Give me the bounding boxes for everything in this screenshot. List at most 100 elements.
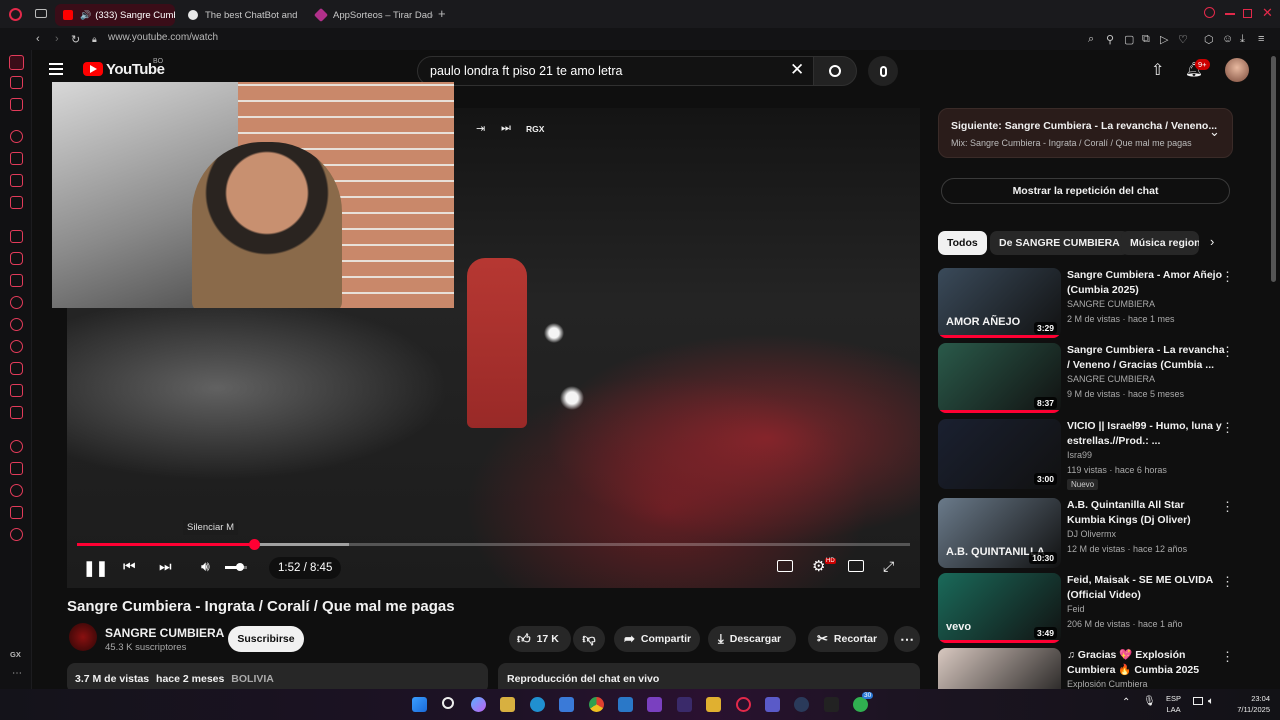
tray-microphone-icon[interactable]: 🎙︎ [1143, 696, 1156, 707]
tray-monitor-icon[interactable] [1193, 697, 1203, 705]
snapshot-icon[interactable]: ▢ [1124, 33, 1134, 46]
recommendation-card[interactable]: AMOR AÑEJO 3:29 Sangre Cumbiera - Amor Añe… [938, 268, 1238, 340]
settings-gear-icon[interactable]: ⚙︎ [812, 557, 825, 575]
twitch-chat-icon[interactable] [10, 274, 23, 287]
download-button[interactable]: ⤓ Descargar [708, 626, 796, 652]
profile-icon[interactable]: ☺ [1222, 33, 1233, 45]
video-thumbnail[interactable]: A.B. QUINTANILLA 10:30 [938, 498, 1061, 568]
store-icon[interactable] [559, 697, 574, 712]
subscribe-button[interactable]: Suscribirse [228, 626, 304, 652]
recommendation-channel[interactable]: SANGRE CUMBIERA [1067, 374, 1155, 384]
copilot-icon[interactable] [471, 697, 486, 712]
tab-sangre-cumbiera[interactable]: 🔊 (333) Sangre Cumbiera [55, 4, 175, 26]
zoom-icon[interactable]: ⌕ [1088, 33, 1094, 46]
heart-icon[interactable]: ♡ [1178, 33, 1188, 46]
video-thumbnail[interactable] [938, 648, 1061, 689]
recommendation-card[interactable]: vevo 3:49 Feid, Maisak - SE ME OLVIDA (Off… [938, 573, 1238, 645]
recommendation-card[interactable]: ♫ Gracias 💖 Explosión Cumbiera 🔥 Cumbia … [938, 648, 1238, 689]
recommendation-channel[interactable]: Explosión Cumbiera [1067, 679, 1148, 689]
rgx-button[interactable]: RGX [526, 124, 544, 134]
recommendation-title[interactable]: Sangre Cumbiera - Amor Añejo (Cumbia 202… [1067, 268, 1225, 298]
new-tab-button[interactable]: + [438, 6, 446, 21]
channel-name[interactable]: SANGRE CUMBIERA [105, 626, 224, 640]
downloads-icon[interactable]: ⤓ [1240, 33, 1245, 46]
telegram-icon[interactable] [10, 340, 23, 353]
back-icon[interactable]: ‹ [36, 33, 40, 45]
progress-bar[interactable] [77, 539, 910, 550]
video-thumbnail[interactable]: 8:37 [938, 343, 1061, 413]
recommendation-title[interactable]: ♫ Gracias 💖 Explosión Cumbiera 🔥 Cumbia … [1067, 648, 1225, 678]
video-popout-icon[interactable]: ⧉ [1142, 33, 1150, 46]
tiktok-icon[interactable] [10, 384, 23, 397]
show-chat-replay-button[interactable]: Mostrar la repetición del chat [941, 178, 1230, 204]
more-vertical-icon[interactable]: ⋮ [1221, 649, 1234, 665]
video-thumbnail[interactable]: 3:00 [938, 419, 1061, 489]
chip-all[interactable]: Todos [938, 231, 987, 255]
messenger-icon[interactable] [10, 296, 23, 309]
opera-logo-icon[interactable] [9, 8, 22, 21]
extensions-icon[interactable]: ⬡ [1204, 33, 1214, 46]
forward-icon[interactable]: › [55, 33, 59, 45]
chevron-down-icon[interactable]: ⌄ [1209, 124, 1220, 140]
recommendation-title[interactable]: VICIO || Israel99 - Humo, luna y estrell… [1067, 419, 1225, 449]
input-language[interactable]: ESP LAA [1166, 693, 1181, 715]
cleaner-icon[interactable] [10, 152, 23, 165]
windows-start-icon[interactable] [412, 697, 427, 712]
ai-icon[interactable] [10, 230, 23, 243]
create-upload-icon[interactable]: ⇧ [1151, 60, 1164, 80]
more-actions-button[interactable]: ⋯ [894, 626, 920, 652]
previous-icon[interactable]: ⏮ [123, 558, 136, 575]
extensions-sidebar-icon[interactable] [10, 506, 23, 519]
recommendation-card[interactable]: 3:00 VICIO || Israel99 - Humo, luna y est… [938, 419, 1238, 491]
recommendation-card[interactable]: A.B. QUINTANILLA 10:30 A.B. Quintanilla Al… [938, 498, 1238, 570]
terminal-icon[interactable] [677, 697, 692, 712]
recommendation-title[interactable]: Feid, Maisak - SE ME OLVIDA (Official Vi… [1067, 573, 1225, 603]
flow-icon[interactable] [10, 462, 23, 475]
search-tabs-icon[interactable] [1204, 7, 1215, 18]
youtube-logo-icon[interactable] [83, 62, 103, 76]
tab-appsorteos[interactable]: AppSorteos – Tirar Dados [308, 4, 433, 26]
home-icon[interactable] [9, 55, 24, 70]
more-vertical-icon[interactable]: ⋮ [1221, 344, 1234, 360]
recommendation-channel[interactable]: Feid [1067, 604, 1085, 614]
location-tag[interactable]: BOLIVIA [231, 673, 274, 685]
clock-icon[interactable] [10, 484, 23, 497]
fullscreen-icon[interactable]: ⤢ [883, 558, 894, 575]
popout-icon[interactable]: ⇥ [476, 122, 485, 135]
reload-icon[interactable]: ↻ [71, 33, 80, 46]
folder-icon[interactable] [706, 697, 721, 712]
tray-chevron-icon[interactable]: ⌃ [1122, 697, 1130, 708]
clip-button[interactable]: ✂ Recortar [808, 626, 888, 652]
pause-icon[interactable]: ❚❚ [83, 559, 108, 577]
maximize-icon[interactable] [1243, 9, 1252, 18]
player-icon[interactable]: ▷ [1160, 33, 1168, 46]
player-sidebar-icon[interactable] [10, 440, 23, 453]
instagram-icon[interactable] [10, 362, 23, 375]
video-thumbnail[interactable]: AMOR AÑEJO 3:29 [938, 268, 1061, 338]
search-taskbar-icon[interactable] [442, 697, 454, 709]
channel-avatar[interactable] [69, 623, 97, 651]
news-icon[interactable] [10, 174, 23, 187]
more-sidebar-icon[interactable]: ⋯ [12, 668, 22, 679]
video-thumbnail[interactable]: vevo 3:49 [938, 573, 1061, 643]
volume-slider[interactable] [225, 563, 247, 571]
recommendation-channel[interactable]: DJ Olivermx [1067, 529, 1116, 539]
whatsapp-icon[interactable] [10, 318, 23, 331]
capcut-icon[interactable] [824, 697, 839, 712]
search-input[interactable]: paulo londra ft piso 21 te amo letra [417, 56, 815, 86]
guide-menu-icon[interactable] [49, 63, 63, 75]
workspaces-icon[interactable] [35, 9, 47, 18]
edge-icon[interactable] [530, 697, 545, 712]
voice-search-button[interactable] [868, 56, 898, 86]
close-window-icon[interactable]: ✕ [1262, 5, 1273, 21]
discord-icon[interactable] [10, 252, 23, 265]
url-field[interactable]: www.youtube.com/watch [108, 32, 218, 43]
more-vertical-icon[interactable]: ⋮ [1221, 269, 1234, 285]
recommendation-card[interactable]: 8:37 Sangre Cumbiera - La revancha / Vene… [938, 343, 1238, 415]
more-vertical-icon[interactable]: ⋮ [1221, 420, 1234, 436]
theater-mode-icon[interactable] [848, 560, 864, 572]
visual-studio-icon[interactable] [647, 697, 662, 712]
chip-regional-music[interactable]: Música regiona [1121, 231, 1199, 255]
mail-icon[interactable] [10, 196, 23, 209]
more-vertical-icon[interactable]: ⋮ [1221, 574, 1234, 590]
